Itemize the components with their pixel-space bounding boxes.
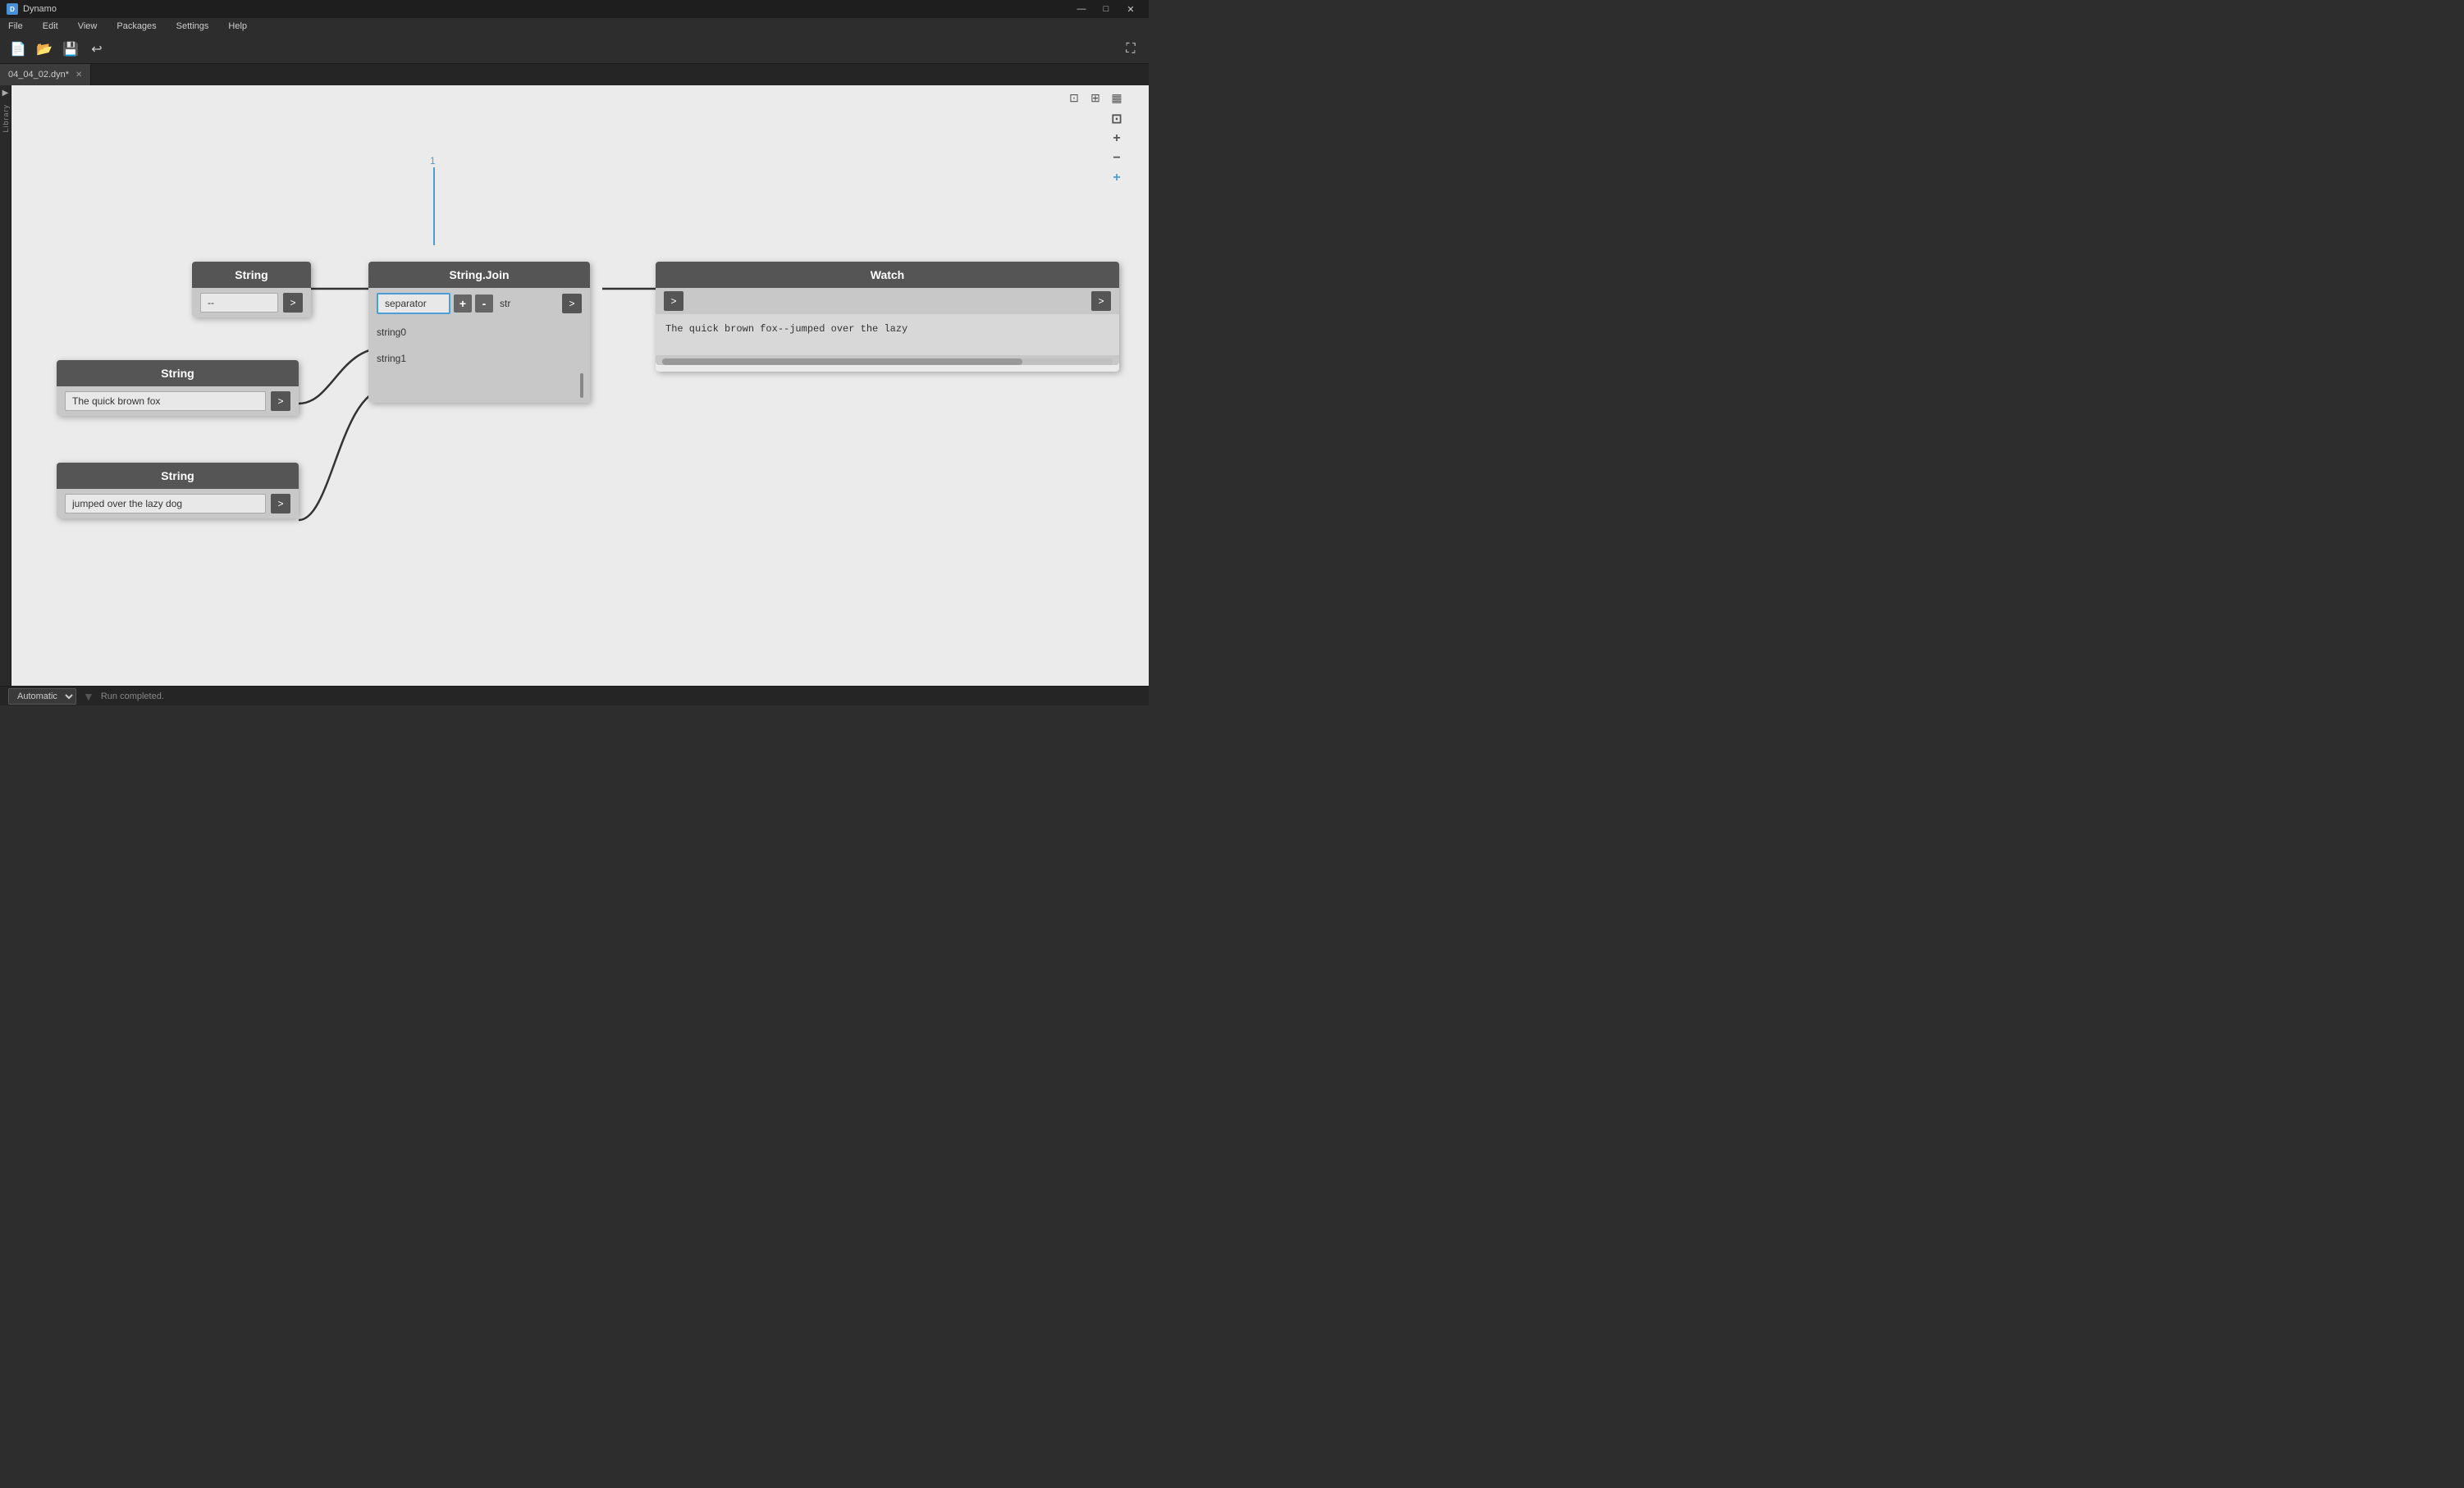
- status-text: Run completed.: [101, 692, 164, 701]
- run-mode-select[interactable]: Automatic: [8, 688, 76, 705]
- side-panel: ▶ Library: [0, 85, 11, 686]
- string-node-3-input[interactable]: [65, 494, 266, 513]
- add-button[interactable]: +: [1108, 169, 1126, 187]
- menu-view[interactable]: View: [75, 20, 101, 33]
- menu-file[interactable]: File: [5, 20, 26, 33]
- minus-button[interactable]: -: [475, 294, 493, 313]
- tab-close-icon[interactable]: ✕: [75, 71, 82, 80]
- library-label: Library: [2, 104, 10, 133]
- main-area: ▶ Library 1 String >: [0, 85, 1149, 686]
- string-join-header: String.Join: [368, 262, 590, 288]
- app-icon: D: [7, 3, 18, 15]
- string-node-3-arrow[interactable]: >: [271, 494, 290, 513]
- title-bar: D Dynamo — □ ✕: [0, 0, 1149, 18]
- menu-settings[interactable]: Settings: [173, 20, 213, 33]
- menu-bar: File Edit View Packages Settings Help: [0, 18, 1149, 34]
- zoom-out-button[interactable]: −: [1108, 149, 1126, 167]
- tab-file[interactable]: 04_04_02.dyn* ✕: [0, 64, 91, 85]
- zoom-fit-button[interactable]: ⊡: [1065, 89, 1083, 107]
- plus-button[interactable]: +: [454, 294, 472, 313]
- side-panel-toggle[interactable]: ▶: [2, 89, 9, 98]
- watch-scrollbar[interactable]: [662, 358, 1113, 365]
- zoom-controls: ⊡ + − +: [1108, 110, 1126, 187]
- string-node-2: String >: [57, 360, 299, 416]
- save-button[interactable]: 💾: [59, 38, 82, 61]
- grid-button[interactable]: ▦: [1108, 89, 1126, 107]
- menu-edit[interactable]: Edit: [39, 20, 62, 33]
- string-node-1-arrow[interactable]: >: [283, 293, 303, 313]
- string-node-1: String >: [192, 262, 311, 317]
- str-arrow-button[interactable]: >: [562, 294, 582, 313]
- tab-bar: 04_04_02.dyn* ✕: [0, 64, 1149, 85]
- string1-row: string1: [368, 345, 590, 372]
- right-top-bar: ⊡ ⊞ ▦: [1065, 89, 1126, 107]
- tab-filename: 04_04_02.dyn*: [8, 70, 69, 80]
- string-join-node: String.Join + - str > string0 string1: [368, 262, 590, 403]
- watch-node: Watch > > The quick brown fox--jumped ov…: [656, 262, 1119, 372]
- maximize-button[interactable]: □: [1095, 2, 1118, 16]
- str-label: str: [500, 298, 510, 309]
- string0-label: string0: [377, 326, 406, 338]
- separator-row: + - str >: [368, 288, 590, 319]
- string-node-2-arrow[interactable]: >: [271, 391, 290, 411]
- close-button[interactable]: ✕: [1119, 2, 1142, 16]
- minimize-button[interactable]: —: [1070, 2, 1093, 16]
- watch-scrollbar-thumb: [662, 358, 1022, 365]
- menu-help[interactable]: Help: [225, 20, 250, 33]
- zoom-in-button[interactable]: +: [1108, 130, 1126, 148]
- app-title: Dynamo: [23, 4, 57, 14]
- string-node-2-input[interactable]: [65, 391, 266, 411]
- string0-row: string0: [368, 319, 590, 345]
- string-node-1-input[interactable]: [200, 293, 278, 313]
- watch-left-arrow[interactable]: >: [664, 291, 683, 311]
- undo-button[interactable]: ↩: [85, 38, 108, 61]
- string-node-1-header: String: [192, 262, 311, 288]
- new-file-button[interactable]: 📄: [7, 38, 30, 61]
- watch-right-arrow[interactable]: >: [1091, 291, 1111, 311]
- string1-label: string1: [377, 353, 406, 364]
- scroll-handle[interactable]: [580, 373, 583, 398]
- separator-input[interactable]: [377, 293, 450, 314]
- string-node-3-header: String: [57, 463, 299, 489]
- open-file-button[interactable]: 📂: [33, 38, 56, 61]
- menu-packages[interactable]: Packages: [113, 20, 159, 33]
- string-node-2-header: String: [57, 360, 299, 386]
- layout-button[interactable]: ⊞: [1086, 89, 1104, 107]
- watch-header: Watch: [656, 262, 1119, 288]
- status-bar: Automatic ▼ Run completed.: [0, 686, 1149, 705]
- zoom-fit-icon[interactable]: ⊡: [1108, 110, 1126, 128]
- string-node-3: String >: [57, 463, 299, 518]
- fullscreen-button[interactable]: ⛶: [1119, 38, 1142, 61]
- number-label: 1: [430, 155, 436, 167]
- toolbar: 📄 📂 💾 ↩ ⛶: [0, 34, 1149, 64]
- canvas[interactable]: 1 String > String > String: [11, 85, 1149, 686]
- watch-output: The quick brown fox--jumped over the laz…: [656, 314, 1119, 355]
